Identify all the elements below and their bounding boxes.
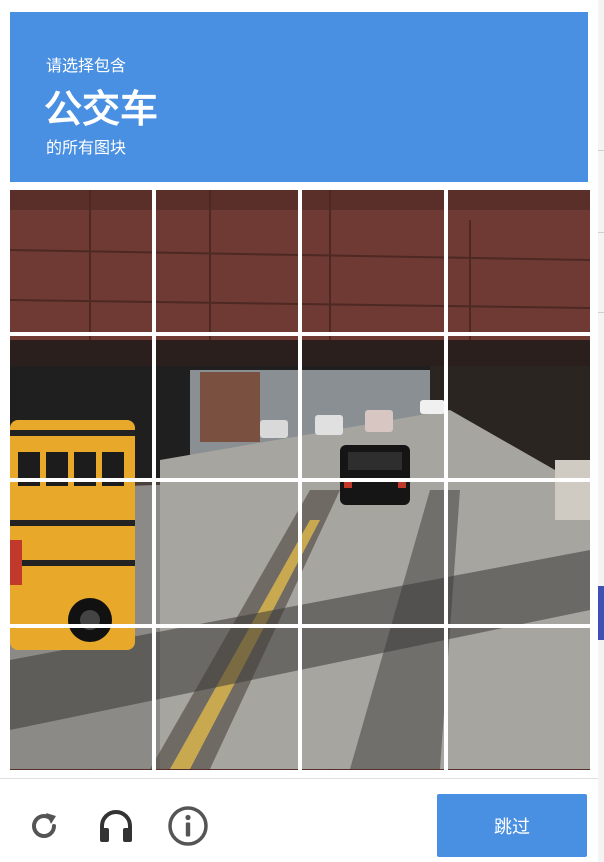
grid-tile-r3-c1[interactable] <box>10 482 152 624</box>
grid-tile-r2-c2[interactable] <box>156 336 298 478</box>
grid-tile-r4-c3[interactable] <box>302 628 444 770</box>
reload-button[interactable] <box>22 804 66 848</box>
footer-divider <box>0 778 598 779</box>
grid-tile-r3-c2[interactable] <box>156 482 298 624</box>
target-object: 公交车 <box>44 87 159 131</box>
grid-tile-r3-c4[interactable] <box>448 482 590 624</box>
page-edge-strip <box>598 0 604 862</box>
grid-tile-r1-c4[interactable] <box>448 190 590 332</box>
challenge-header: 请选择包含 公交车 的所有图块 <box>10 12 588 182</box>
info-button[interactable] <box>166 804 210 848</box>
grid-tile-r1-c1[interactable] <box>10 190 152 332</box>
grid-tile-r2-c4[interactable] <box>448 336 590 478</box>
instruction-suffix: 的所有图块 <box>46 138 127 157</box>
grid-tile-r1-c2[interactable] <box>156 190 298 332</box>
skip-button[interactable]: 跳过 <box>437 794 587 857</box>
audio-button[interactable] <box>94 804 138 848</box>
headphones-icon <box>100 810 132 842</box>
grid-tile-r1-c3[interactable] <box>302 190 444 332</box>
grid-tile-r4-c4[interactable] <box>448 628 590 770</box>
grid-tile-r2-c1[interactable] <box>10 336 152 478</box>
instruction-prefix: 请选择包含 <box>46 56 127 75</box>
grid-tile-r3-c3[interactable] <box>302 482 444 624</box>
reload-icon <box>32 813 56 838</box>
grid-tile-r2-c3[interactable] <box>302 336 444 478</box>
image-grid <box>10 190 590 770</box>
grid-tile-r4-c1[interactable] <box>10 628 152 770</box>
grid-tile-r4-c2[interactable] <box>156 628 298 770</box>
info-icon <box>168 806 208 846</box>
